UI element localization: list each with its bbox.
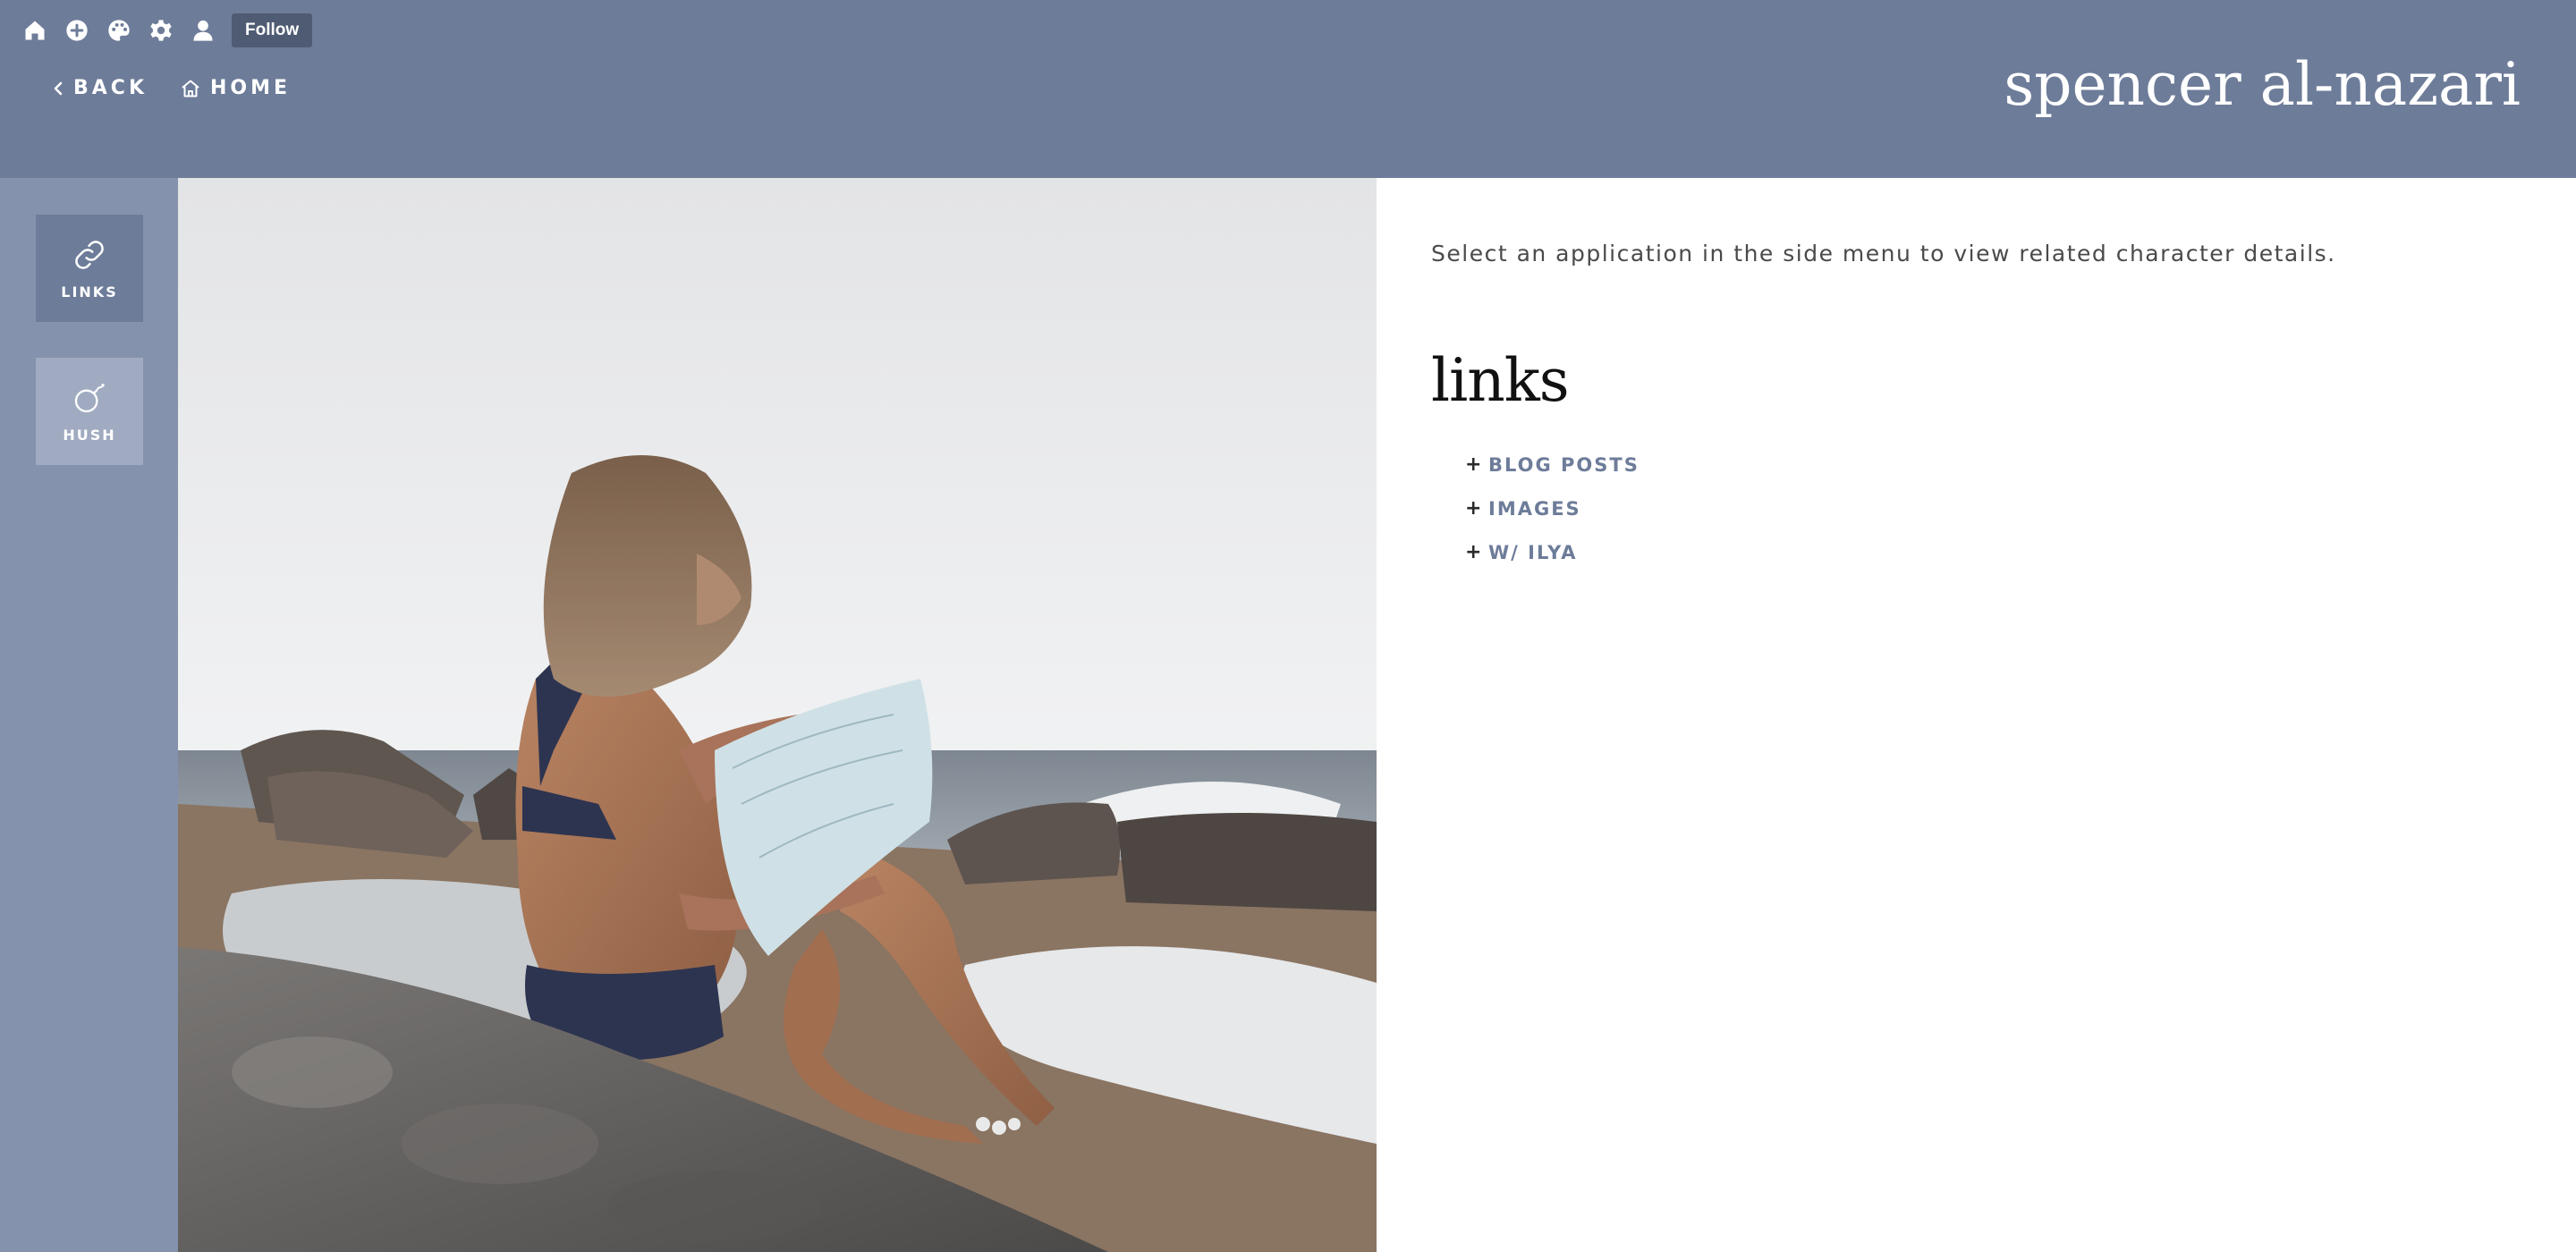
house-outline-icon (182, 80, 199, 97)
follow-button[interactable]: Follow (232, 13, 313, 47)
link-item-w-ilya[interactable]: + W/ ILYA (1465, 530, 1640, 574)
plus-icon: + (1465, 453, 1482, 476)
plus-icon: + (1465, 541, 1482, 563)
back-link[interactable]: BACK (52, 77, 148, 99)
section-title: links (1431, 346, 1570, 415)
links-list: + BLOG POSTS + IMAGES + W/ ILYA (1465, 443, 1640, 574)
link-item-images[interactable]: + IMAGES (1465, 486, 1640, 530)
sidebar-tab-links-label: LINKS (61, 283, 118, 300)
link-label[interactable]: IMAGES (1488, 498, 1581, 520)
header: Follow BACK HOME spencer al-nazari (0, 0, 2576, 178)
gear-icon[interactable] (146, 15, 176, 46)
palette-icon[interactable] (104, 15, 134, 46)
header-nav: BACK HOME (52, 77, 323, 99)
sidebar-tab-hush-label: HUSH (63, 426, 116, 444)
bomb-icon (74, 383, 105, 412)
sidebar: LINKS HUSH (0, 178, 178, 1252)
plus-icon: + (1465, 497, 1482, 520)
home-link-label: HOME (210, 77, 292, 99)
home-icon[interactable] (20, 15, 50, 46)
back-link-label: BACK (73, 77, 148, 99)
link-icon (75, 240, 104, 269)
sidebar-tab-hush[interactable]: HUSH (36, 358, 143, 465)
home-link[interactable]: HOME (180, 77, 291, 99)
character-photo (178, 178, 1377, 1252)
sidebar-tab-links[interactable]: LINKS (36, 215, 143, 322)
chevron-left-icon (54, 81, 63, 95)
link-label[interactable]: BLOG POSTS (1488, 454, 1640, 476)
user-icon[interactable] (188, 15, 218, 46)
add-post-icon[interactable] (62, 15, 92, 46)
toolbar: Follow (20, 13, 313, 47)
site-title: spencer al-nazari (2004, 50, 2521, 119)
intro-text: Select an application in the side menu t… (1431, 241, 2336, 266)
link-item-blog-posts[interactable]: + BLOG POSTS (1465, 443, 1640, 486)
link-label[interactable]: W/ ILYA (1488, 542, 1578, 563)
